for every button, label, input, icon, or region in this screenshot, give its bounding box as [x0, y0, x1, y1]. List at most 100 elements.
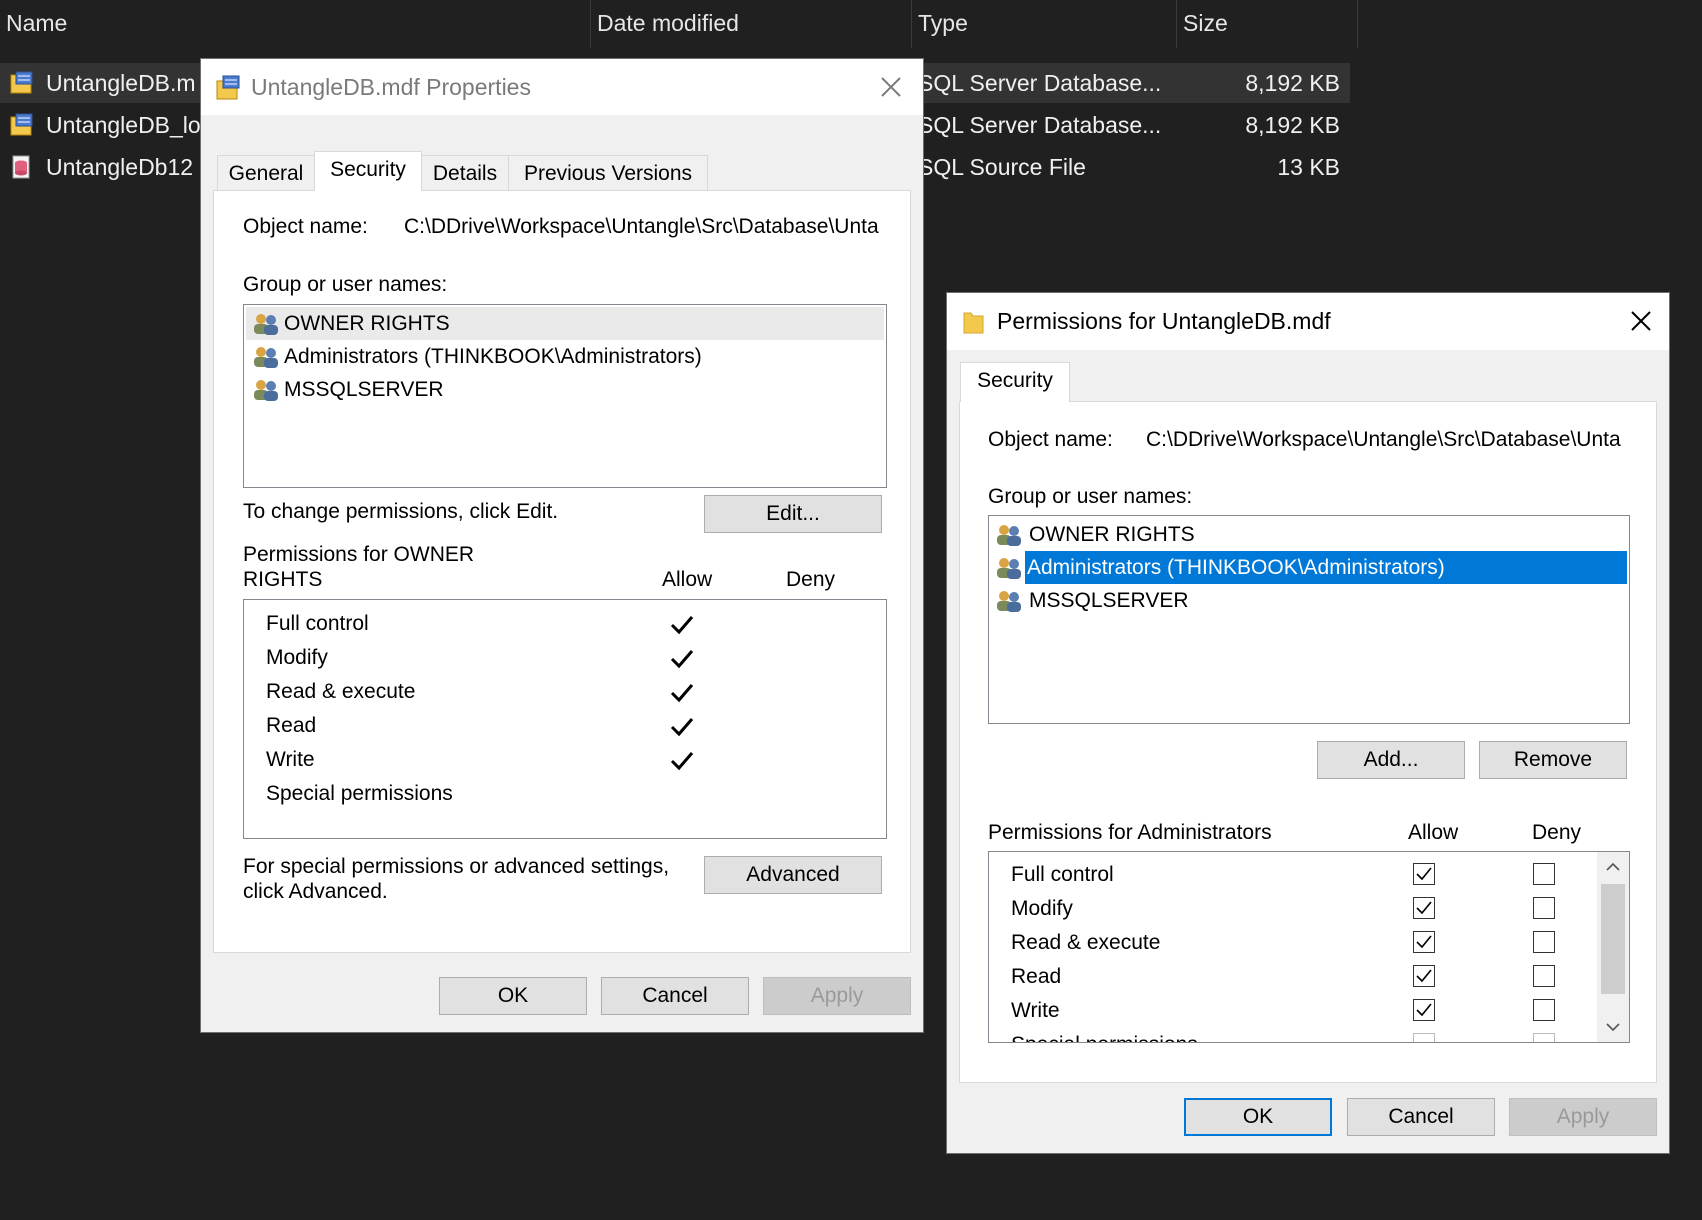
- deny-checkbox[interactable]: [1533, 863, 1555, 885]
- allow-checkbox[interactable]: [1413, 931, 1435, 953]
- close-icon: [881, 77, 901, 97]
- permission-row: Write: [989, 995, 1589, 1026]
- chevron-up-icon[interactable]: [1606, 862, 1620, 872]
- allow-checkbox[interactable]: [1413, 897, 1435, 919]
- advanced-hint-line1: For special permissions or advanced sett…: [243, 855, 670, 878]
- deny-checkbox[interactable]: [1533, 897, 1555, 919]
- file-size: 8,192 KB: [1245, 112, 1340, 138]
- database-file-icon: [10, 71, 33, 94]
- column-date-modified[interactable]: Date modified: [591, 0, 911, 48]
- apply-button[interactable]: Apply: [1509, 1098, 1657, 1136]
- close-icon: [1631, 311, 1651, 331]
- tab-security[interactable]: Security: [960, 362, 1070, 402]
- list-item-selected[interactable]: Administrators (THINKBOOK\Administrators…: [1025, 551, 1627, 584]
- cancel-button[interactable]: Cancel: [1347, 1098, 1495, 1136]
- user-name: Administrators (THINKBOOK\Administrators…: [284, 345, 702, 368]
- group-user-list[interactable]: OWNER RIGHTS Administrators (THINKBOOK\A…: [988, 515, 1630, 724]
- permission-name: Read: [266, 714, 317, 737]
- checkmark-icon: [670, 752, 694, 771]
- permission-name: Modify: [1011, 897, 1073, 920]
- checkmark-icon: [670, 616, 694, 635]
- object-name-value: C:\DDrive\Workspace\Untangle\Src\Databas…: [404, 215, 879, 238]
- permission-row: Modify: [989, 893, 1589, 924]
- edit-button[interactable]: Edit...: [704, 495, 882, 533]
- column-size[interactable]: Size: [1177, 0, 1357, 48]
- checkmark-icon: [670, 684, 694, 703]
- users-icon: [997, 558, 1021, 579]
- tab-security[interactable]: Security: [314, 151, 422, 191]
- file-name: UntangleDB.m: [46, 70, 196, 96]
- file-type: SQL Server Database...: [918, 70, 1162, 96]
- deny-checkbox[interactable]: [1533, 999, 1555, 1021]
- advanced-button[interactable]: Advanced: [704, 856, 882, 894]
- titlebar[interactable]: UntangleDB.mdf Properties: [201, 59, 923, 115]
- permission-name: Read & execute: [1011, 931, 1161, 954]
- permission-row: Full control: [989, 859, 1589, 890]
- advanced-hint-line2: click Advanced.: [243, 880, 388, 903]
- permission-row: Read: [989, 961, 1589, 992]
- permission-row: Special permissions: [989, 1029, 1589, 1042]
- checkmark-icon: [1416, 901, 1432, 915]
- user-name: MSSQLSERVER: [1029, 589, 1189, 612]
- titlebar[interactable]: Permissions for UntangleDB.mdf: [947, 293, 1669, 350]
- users-icon: [997, 591, 1021, 612]
- database-file-icon: [216, 75, 240, 100]
- permission-row: Read: [244, 710, 884, 741]
- allow-checkbox[interactable]: [1413, 863, 1435, 885]
- permission-row: Special permissions: [244, 778, 884, 809]
- column-type[interactable]: Type: [912, 0, 1176, 48]
- ok-button[interactable]: OK: [1184, 1098, 1332, 1136]
- tab-general[interactable]: General: [217, 155, 315, 191]
- file-size: 8,192 KB: [1245, 70, 1340, 96]
- user-name: OWNER RIGHTS: [1029, 523, 1195, 546]
- cancel-button[interactable]: Cancel: [601, 977, 749, 1015]
- column-name[interactable]: Name: [0, 0, 590, 48]
- list-item[interactable]: MSSQLSERVER: [991, 584, 1627, 617]
- close-button[interactable]: [1621, 301, 1661, 341]
- list-item[interactable]: OWNER RIGHTS: [246, 307, 884, 340]
- permission-name: Write: [266, 748, 315, 771]
- permission-name: Full control: [1011, 863, 1114, 886]
- vertical-scrollbar[interactable]: [1597, 852, 1629, 1042]
- sql-file-icon: [12, 155, 30, 179]
- permissions-list: Full control Modify Read & execute Read …: [988, 851, 1630, 1043]
- security-tab-panel: Object name: C:\DDrive\Workspace\Untangl…: [213, 190, 911, 953]
- ok-button[interactable]: OK: [439, 977, 587, 1015]
- user-name: OWNER RIGHTS: [284, 312, 450, 335]
- allow-checkbox[interactable]: [1413, 965, 1435, 987]
- file-type: SQL Source File: [918, 154, 1086, 180]
- properties-dialog: UntangleDB.mdf Properties General Securi…: [201, 59, 923, 1032]
- close-button[interactable]: [871, 67, 911, 107]
- permission-row: Read & execute: [244, 676, 884, 707]
- tab-details[interactable]: Details: [421, 155, 509, 191]
- allow-checkbox[interactable]: [1413, 999, 1435, 1021]
- permission-row: Modify: [244, 642, 884, 673]
- column-separator[interactable]: [1357, 0, 1358, 48]
- deny-checkbox[interactable]: [1533, 1033, 1555, 1042]
- users-icon: [997, 525, 1021, 546]
- chevron-down-icon[interactable]: [1606, 1022, 1620, 1032]
- apply-button[interactable]: Apply: [763, 977, 911, 1015]
- allow-checkbox[interactable]: [1413, 1033, 1435, 1042]
- database-file-icon: [10, 113, 33, 136]
- deny-header: Deny: [1532, 821, 1582, 844]
- permissions-dialog: Permissions for UntangleDB.mdf Security …: [947, 293, 1669, 1153]
- list-item[interactable]: OWNER RIGHTS: [991, 518, 1627, 551]
- scrollbar-thumb[interactable]: [1601, 884, 1625, 994]
- file-name: UntangleDB_lo: [46, 112, 201, 138]
- deny-checkbox[interactable]: [1533, 931, 1555, 953]
- permission-name: Read: [1011, 965, 1062, 988]
- tab-previous-versions[interactable]: Previous Versions: [508, 155, 708, 191]
- list-item[interactable]: MSSQLSERVER: [246, 373, 884, 406]
- list-item[interactable]: Administrators (THINKBOOK\Administrators…: [246, 340, 884, 373]
- permission-name: Modify: [266, 646, 328, 669]
- object-name-label: Object name:: [243, 215, 368, 238]
- add-button[interactable]: Add...: [1317, 741, 1465, 779]
- remove-button[interactable]: Remove: [1479, 741, 1627, 779]
- permissions-list: Full control Modify Read & execute Read …: [243, 599, 887, 839]
- permission-row: Full control: [244, 608, 884, 639]
- group-user-list[interactable]: OWNER RIGHTS Administrators (THINKBOOK\A…: [243, 304, 887, 488]
- users-icon: [254, 347, 278, 368]
- deny-checkbox[interactable]: [1533, 965, 1555, 987]
- permission-name: Special permissions: [1011, 1029, 1198, 1042]
